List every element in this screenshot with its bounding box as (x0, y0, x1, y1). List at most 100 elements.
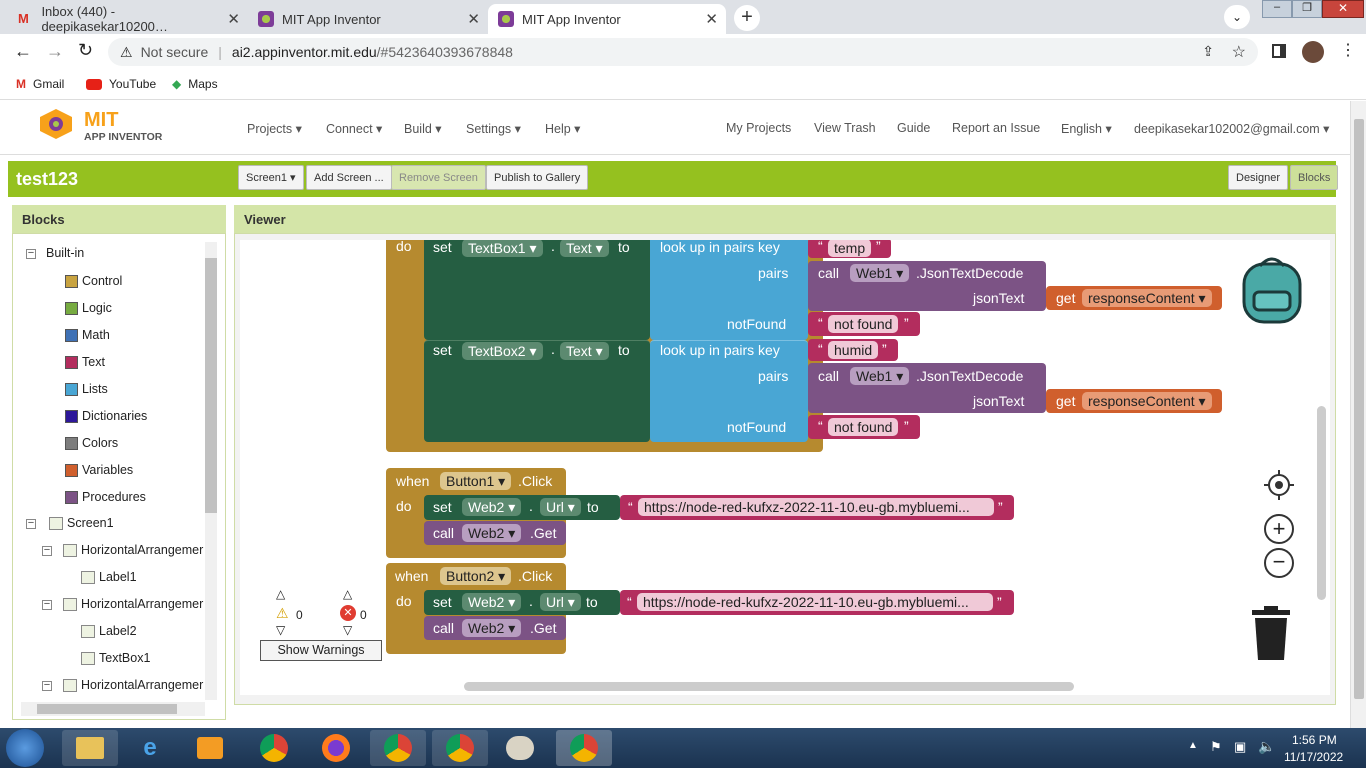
back-icon[interactable]: ← (14, 41, 32, 62)
text-notfound-value[interactable]: not found (828, 418, 899, 436)
network-icon[interactable]: ▣ (1234, 739, 1246, 755)
text-property-dropdown[interactable]: Text ▾ (560, 342, 609, 360)
button2-dropdown[interactable]: Button2 ▾ (440, 567, 512, 585)
bookmark-youtube[interactable]: YouTube (86, 77, 156, 91)
reload-icon[interactable]: ↻ (78, 40, 93, 61)
nav-guide[interactable]: Guide (897, 121, 930, 135)
bookmark-gmail[interactable]: M Gmail (16, 77, 64, 91)
workspace-hscrollbar[interactable] (464, 682, 1074, 691)
screen-select[interactable]: Screen1 ▾ (238, 165, 304, 190)
error-up-arrow-icon[interactable]: △ (343, 587, 352, 601)
builtin-item-colors[interactable]: Colors (65, 436, 118, 450)
url-value[interactable]: https://node-red-kufxz-2022-11-10.eu-gb.… (637, 593, 993, 611)
chrome-taskbar-icon-3[interactable] (432, 730, 488, 766)
web1-dropdown[interactable]: Web1 ▾ (850, 367, 910, 385)
component-item[interactable]: HorizontalArrangemer (63, 543, 203, 557)
collapse-icon[interactable]: − (26, 518, 36, 529)
text-temp-value[interactable]: temp (828, 240, 872, 257)
add-screen-button[interactable]: Add Screen ... (306, 165, 392, 190)
warning-up-arrow-icon[interactable]: △ (276, 587, 285, 601)
nav-language[interactable]: English ▾ (1061, 121, 1112, 136)
chrome-taskbar-icon[interactable] (246, 730, 302, 766)
menu-dots-icon[interactable]: ⋮ (1340, 40, 1356, 60)
warning-down-arrow-icon[interactable]: ▽ (276, 623, 285, 637)
page-scrollbar[interactable] (1350, 101, 1366, 728)
show-warnings-button[interactable]: Show Warnings (260, 640, 382, 661)
start-button[interactable] (6, 729, 44, 767)
ie-taskbar-icon[interactable]: e (122, 730, 178, 766)
web2-dropdown[interactable]: Web2 ▾ (462, 593, 522, 611)
tab-app-inventor-1[interactable]: MIT App Inventor ✕ (248, 4, 488, 34)
builtin-item-text[interactable]: Text (65, 355, 105, 369)
publish-button[interactable]: Publish to Gallery (486, 165, 589, 190)
tree-hscrollbar[interactable] (21, 702, 205, 716)
clock-date[interactable]: 11/17/2022 (1284, 750, 1343, 764)
builtin-item-control[interactable]: Control (65, 274, 122, 288)
close-icon[interactable]: ✕ (227, 10, 240, 28)
builtin-item-dictionaries[interactable]: Dictionaries (65, 409, 147, 423)
center-workspace-icon[interactable] (1264, 470, 1294, 500)
url-property-dropdown[interactable]: Url ▾ (540, 593, 581, 611)
designer-button[interactable]: Designer (1228, 165, 1289, 190)
web1-dropdown[interactable]: Web1 ▾ (850, 264, 910, 282)
blocks-button[interactable]: Blocks (1290, 165, 1339, 190)
component-item[interactable]: Label2 (81, 624, 137, 638)
workspace-vscrollbar[interactable] (1317, 406, 1326, 600)
builtin-item-math[interactable]: Math (65, 328, 110, 342)
nav-connect[interactable]: Connect ▾ (326, 121, 382, 136)
nav-settings[interactable]: Settings ▾ (466, 121, 521, 136)
volume-icon[interactable]: 🔈 (1258, 738, 1275, 755)
nav-report-issue[interactable]: Report an Issue (952, 121, 1040, 135)
backpack-icon[interactable] (1238, 252, 1308, 324)
url-property-dropdown[interactable]: Url ▾ (540, 498, 581, 516)
web2-dropdown[interactable]: Web2 ▾ (462, 498, 522, 516)
component-item[interactable]: Screen1 (49, 516, 114, 530)
maximize-icon[interactable]: ❐ (1292, 0, 1322, 18)
nav-view-trash[interactable]: View Trash (814, 121, 876, 135)
button1-dropdown[interactable]: Button1 ▾ (440, 472, 512, 490)
builtin-item-logic[interactable]: Logic (65, 301, 112, 315)
new-tab-button[interactable]: + (734, 5, 760, 31)
side-panel-icon[interactable] (1272, 44, 1286, 58)
tree-scrollbar[interactable] (205, 242, 217, 700)
error-down-arrow-icon[interactable]: ▽ (343, 623, 352, 637)
bookmark-star-icon[interactable]: ☆ (1232, 42, 1246, 62)
collapse-icon[interactable]: − (42, 545, 52, 556)
collapse-icon[interactable]: − (26, 248, 36, 259)
remove-screen-button[interactable]: Remove Screen (391, 165, 486, 190)
address-bar[interactable]: ⚠ Not secure | ai2.appinventor.mit.edu /… (108, 38, 1258, 66)
blocks-workspace[interactable]: do set TextBox1 ▾ . Text ▾ to look up in… (240, 240, 1330, 695)
firefox-taskbar-icon[interactable] (308, 730, 364, 766)
share-icon[interactable]: ⇪ (1202, 43, 1214, 60)
close-icon[interactable]: ✕ (705, 10, 718, 28)
nav-help[interactable]: Help ▾ (545, 121, 580, 136)
builtin-item-procedures[interactable]: Procedures (65, 490, 146, 504)
avatar[interactable] (1302, 41, 1324, 63)
close-window-icon[interactable]: ✕ (1322, 0, 1364, 18)
minimize-icon[interactable]: – (1262, 0, 1292, 18)
nav-account[interactable]: deepikasekar102002@gmail.com ▾ (1134, 121, 1329, 136)
collapse-icon[interactable]: − (42, 599, 52, 610)
trash-icon[interactable] (1250, 606, 1292, 660)
response-dropdown[interactable]: responseContent ▾ (1082, 289, 1212, 307)
nav-my-projects[interactable]: My Projects (726, 121, 791, 135)
chrome-taskbar-icon-2[interactable] (370, 730, 426, 766)
media-player-taskbar-icon[interactable] (182, 730, 238, 766)
text-notfound-value[interactable]: not found (828, 315, 899, 333)
component-item[interactable]: Label1 (81, 570, 137, 584)
component-item[interactable]: HorizontalArrangemer (63, 597, 203, 611)
app-inventor-logo-icon[interactable] (36, 107, 76, 141)
component-item[interactable]: HorizontalArrangemer (63, 678, 203, 692)
zoom-out-icon[interactable]: − (1264, 548, 1294, 578)
explorer-taskbar-icon[interactable] (62, 730, 118, 766)
tab-search-chevron-icon[interactable]: ⌄ (1224, 5, 1250, 29)
bookmark-maps[interactable]: ◆ Maps (172, 77, 218, 91)
nav-projects[interactable]: Projects ▾ (247, 121, 302, 136)
url-value[interactable]: https://node-red-kufxz-2022-11-10.eu-gb.… (638, 498, 994, 516)
close-icon[interactable]: ✕ (467, 10, 480, 28)
response-dropdown[interactable]: responseContent ▾ (1082, 392, 1212, 410)
textbox2-dropdown[interactable]: TextBox2 ▾ (462, 342, 543, 360)
nav-build[interactable]: Build ▾ (404, 121, 442, 136)
clock-time[interactable]: 1:56 PM (1292, 733, 1337, 747)
textbox1-dropdown[interactable]: TextBox1 ▾ (462, 240, 543, 257)
